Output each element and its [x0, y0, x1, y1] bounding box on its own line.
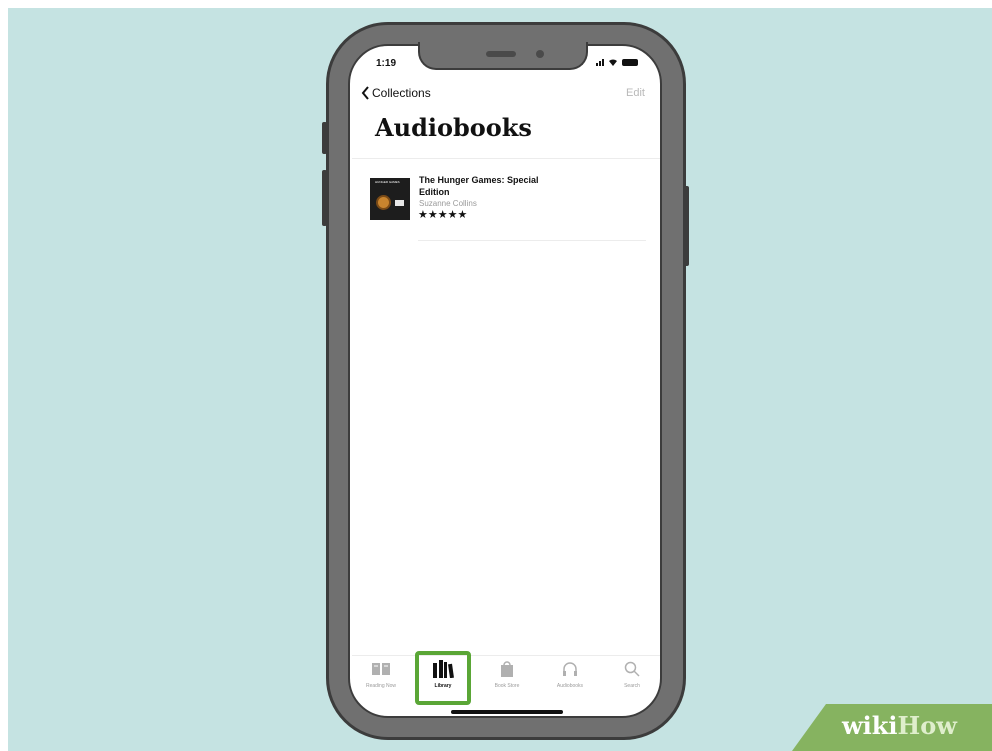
status-icons — [596, 58, 638, 66]
audiobook-list-item[interactable]: HUNGER GAMES The Hunger Games: Special E… — [366, 170, 646, 230]
signal-icon — [596, 59, 604, 66]
tab-label: Audiobooks — [556, 683, 584, 689]
tab-search[interactable]: Search — [603, 658, 661, 704]
headphones-icon — [562, 658, 578, 680]
edit-button[interactable]: Edit — [626, 87, 645, 99]
battery-icon — [622, 59, 638, 66]
tab-book-store[interactable]: Book Store — [478, 658, 536, 704]
cover-text: HUNGER GAMES — [375, 180, 400, 184]
book-title: The Hunger Games: Special Edition — [419, 175, 539, 197]
row-divider — [418, 240, 646, 241]
mockingjay-pin-icon — [376, 195, 391, 210]
search-icon — [624, 658, 640, 680]
home-indicator[interactable] — [451, 710, 563, 714]
wikihow-logo-wiki: wiki — [842, 711, 898, 740]
wikihow-logo-how: How — [897, 711, 957, 740]
tab-reading-now[interactable]: Reading Now — [352, 658, 410, 704]
power-button — [684, 186, 689, 266]
tab-bar-divider — [352, 655, 660, 656]
back-label: Collections — [372, 86, 431, 100]
book-cover[interactable]: HUNGER GAMES — [370, 178, 410, 220]
shopping-bag-icon — [499, 658, 515, 680]
book-author: Suzanne Collins — [419, 199, 477, 208]
open-book-icon — [371, 658, 391, 680]
page-title: Audiobooks — [375, 113, 532, 142]
speaker — [486, 51, 516, 57]
title-divider — [352, 158, 660, 159]
status-time: 1:19 — [376, 58, 397, 69]
tab-audiobooks[interactable]: Audiobooks — [541, 658, 599, 704]
tab-label: Reading Now — [365, 683, 397, 689]
back-button[interactable]: Collections — [361, 86, 431, 100]
wikihow-logo: wikiHow — [842, 711, 957, 740]
tab-label: Search — [624, 683, 640, 689]
library-tab-highlight — [415, 651, 471, 705]
wifi-icon — [609, 59, 617, 66]
volume-button — [322, 170, 327, 226]
silent-switch — [322, 122, 327, 154]
tab-label: Book Store — [494, 683, 520, 689]
cover-badge — [395, 200, 404, 206]
phone-screen — [348, 44, 662, 718]
front-camera — [536, 50, 544, 58]
chevron-left-icon — [361, 86, 369, 100]
star-rating: ★★★★★ — [418, 209, 468, 221]
